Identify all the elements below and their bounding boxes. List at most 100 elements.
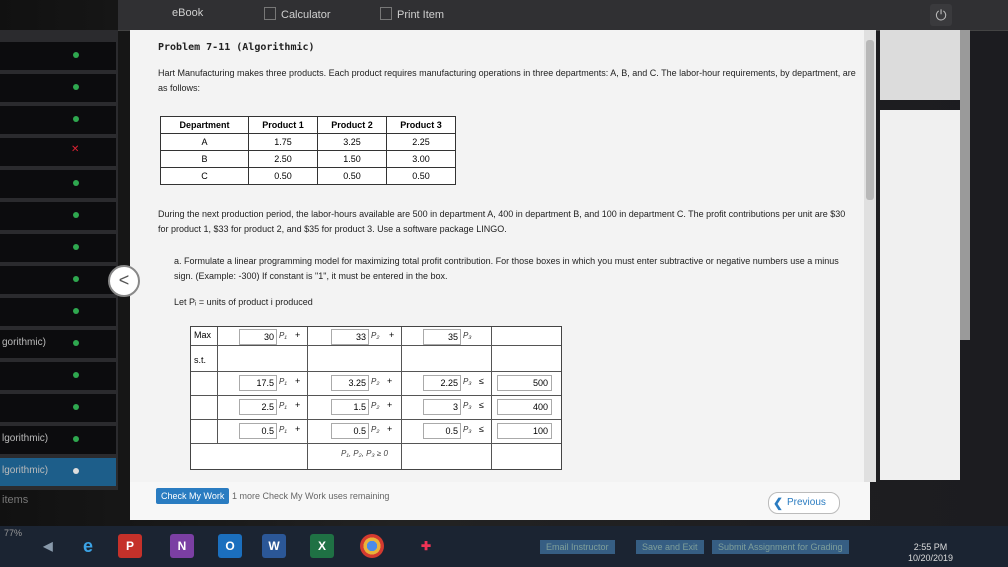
table-cell: 3.00 [386,150,456,168]
constraint-coef-input[interactable]: 0.5 [423,423,461,439]
objective-coef-input[interactable]: 35 [423,329,461,345]
sidebar-item[interactable] [0,394,116,422]
variable-label: P₃ [463,401,472,410]
previous-button[interactable]: ❮ Previous [768,492,840,514]
onenote-icon[interactable]: N [170,534,194,558]
calculator-icon [264,7,276,20]
status-dot-icon [73,308,79,314]
sidebar-item[interactable] [0,106,116,134]
save-exit-button[interactable]: Save and Exit [636,540,704,554]
window-scrollbar[interactable] [960,30,970,340]
labor-hours-table: Department Product 1 Product 2 Product 3… [160,116,456,185]
sidebar-item[interactable]: lgorithmic) [0,458,116,486]
app-icon[interactable]: ✚ [414,534,438,558]
sidebar-item[interactable] [0,362,116,390]
st-label: s.t. [194,355,207,365]
word-icon[interactable]: W [262,534,286,558]
chrome-icon[interactable] [360,534,384,558]
sidebar-item-label: lgorithmic) [2,433,49,444]
ie-icon[interactable]: e [76,534,100,558]
plus-sign: + [295,424,301,434]
constraint-coef-input[interactable]: 1.5 [331,399,369,415]
table-cell: 1.50 [317,150,387,168]
ebook-link[interactable]: eBook [172,7,203,19]
table-cell: A [160,133,249,151]
sidebar-item[interactable] [0,170,116,198]
variable-label: P₂ [371,425,380,434]
outlook-icon[interactable]: O [218,534,242,558]
scrollbar-thumb[interactable] [866,40,874,200]
sidebar-item[interactable] [0,202,116,230]
rhs-input[interactable]: 400 [497,399,552,415]
problem-paragraph: During the next production period, the l… [158,209,846,234]
rhs-input[interactable]: 500 [497,375,552,391]
table-header: Product 2 [317,116,387,134]
status-dot-icon [73,116,79,122]
powerpoint-icon[interactable]: P [118,534,142,558]
sidebar-item[interactable] [0,42,116,70]
variable-label: P₁ [279,401,287,410]
constraint-coef-input[interactable]: 3.25 [331,375,369,391]
sidebar-item[interactable] [0,266,116,294]
constraint-coef-input[interactable]: 0.5 [331,423,369,439]
lp-model-grid: Max s.t. 30 P₁ + 33 P₂ + 35 P₃ 17.5 P₁ +3.… [190,326,562,470]
sidebar-item-label: gorithmic) [2,337,46,348]
right-side-panel [880,30,960,100]
status-dot-icon [73,372,79,378]
table-cell: 0.50 [248,167,318,185]
plus-sign: + [295,400,301,410]
status-dot-icon [73,244,79,250]
status-dot-icon [73,436,79,442]
table-cell: 2.25 [386,133,456,151]
submit-assignment-button[interactable]: Submit Assignment for Grading [712,540,849,554]
check-my-work-button[interactable]: Check My Work [156,488,230,504]
plus-sign: + [295,376,301,386]
taskbar-clock: 2:55 PM 10/20/2019 [908,542,954,563]
table-cell: B [160,150,249,168]
top-toolbar: eBook Calculator Print Item [118,0,1008,31]
table-row: A 1.75 3.25 2.25 [160,133,456,151]
rhs-input[interactable]: 100 [497,423,552,439]
table-row: C 0.50 0.50 0.50 [160,167,456,185]
sidebar-item[interactable] [0,298,116,326]
incorrect-icon: ✕ [71,144,80,155]
sidebar-items-label: items [2,494,29,506]
status-dot-icon [73,84,79,90]
collapse-sidebar-button[interactable]: < [108,265,140,297]
table-header: Product 1 [248,116,318,134]
windows-taskbar [0,526,1008,567]
constraint-coef-input[interactable]: 3 [423,399,461,415]
sidebar-item[interactable]: ✕ [0,138,116,166]
power-icon[interactable]: ⏻ [930,4,952,26]
print-item-link[interactable]: Print Item [380,7,444,21]
constraint-coef-input[interactable]: 2.5 [239,399,277,415]
check-remaining-text: 1 more Check My Work uses remaining [232,491,390,501]
back-icon[interactable]: ◀ [36,534,60,558]
calculator-link[interactable]: Calculator [264,7,331,21]
status-dot-icon [73,404,79,410]
status-dot-icon [73,212,79,218]
table-cell: 1.75 [248,133,318,151]
excel-icon[interactable]: X [310,534,334,558]
sidebar-item[interactable]: gorithmic) [0,330,116,358]
part-a-instructions: a. Formulate a linear programming model … [174,256,839,281]
sidebar-item[interactable] [0,74,116,102]
constraint-coef-input[interactable]: 17.5 [239,375,277,391]
bottom-bar [130,482,870,520]
variable-label: P₁ [279,377,287,386]
constraint-coef-input[interactable]: 2.25 [423,375,461,391]
status-dot-icon [73,52,79,58]
plus-sign: + [387,400,393,410]
constraint-coef-input[interactable]: 0.5 [239,423,277,439]
nonnegativity-constraint: P₁, P₂, P₃ ≥ 0 [341,449,388,458]
objective-coef-input[interactable]: 33 [331,329,369,345]
chevron-left-icon: ❮ [773,496,784,510]
table-cell: 2.50 [248,150,318,168]
email-instructor-button[interactable]: Email Instructor [540,540,615,554]
objective-coef-input[interactable]: 30 [239,329,277,345]
plus-sign: + [387,376,393,386]
sidebar-item[interactable] [0,234,116,262]
table-row: B 2.50 1.50 3.00 [160,150,456,168]
status-dot-icon [73,180,79,186]
sidebar-item[interactable]: lgorithmic) [0,426,116,454]
